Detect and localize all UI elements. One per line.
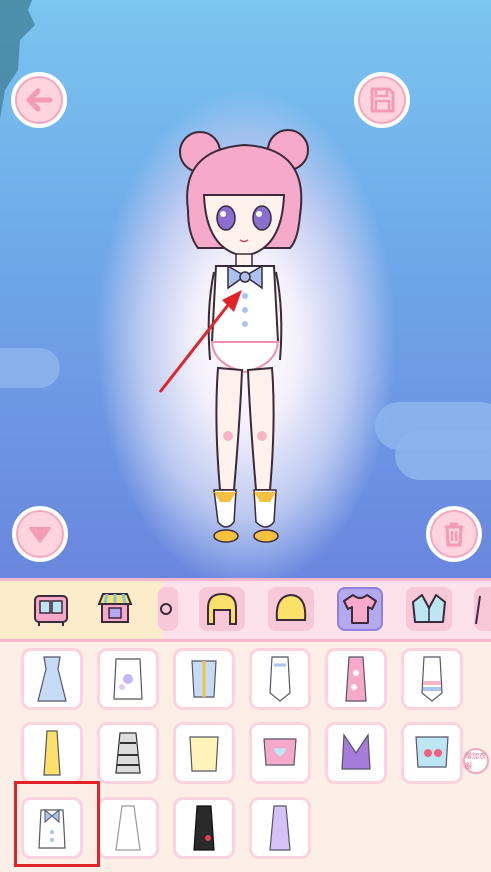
category-outerwear[interactable]: [406, 587, 452, 631]
strawberry-top-icon: [415, 736, 449, 768]
hair-front-icon: [275, 593, 307, 621]
category-hair-back[interactable]: [199, 587, 245, 631]
clothing-item[interactable]: [249, 648, 311, 710]
pink-heart-top-icon: [263, 738, 297, 766]
clothing-item[interactable]: [21, 722, 83, 784]
white-swimsuit-icon: [269, 656, 291, 702]
clothing-item[interactable]: [97, 722, 159, 784]
clothing-grid: [0, 642, 491, 872]
back-button[interactable]: [11, 72, 67, 128]
jacket-icon: [412, 594, 446, 623]
clothing-item[interactable]: [249, 797, 311, 859]
trash-button[interactable]: [426, 506, 482, 562]
shop-icon: [97, 593, 133, 623]
category-accessory-partial[interactable]: [158, 587, 178, 631]
cloud: [395, 430, 491, 480]
shirt-icon: [343, 594, 377, 624]
pastel-swimsuit-icon: [421, 656, 443, 702]
dress-icon: [475, 595, 481, 625]
clothing-item[interactable]: [97, 797, 159, 859]
clothing-item[interactable]: [325, 722, 387, 784]
category-shop[interactable]: [92, 587, 138, 631]
cloud: [0, 348, 60, 388]
category-hair-front[interactable]: [268, 587, 314, 631]
clothing-item[interactable]: [401, 648, 463, 710]
pink-cheongsam-icon: [345, 656, 367, 702]
yellow-sweater-icon: [189, 736, 219, 772]
black-cheongsam-icon: [193, 805, 215, 851]
clothing-item[interactable]: [249, 722, 311, 784]
clothing-item[interactable]: [401, 722, 463, 784]
doll-character: [179, 129, 309, 543]
white-vest-bow-icon: [38, 808, 66, 849]
triangle-down-icon: [29, 527, 51, 543]
category-wardrobe[interactable]: [28, 587, 74, 631]
blue-dress-icon: [37, 656, 67, 702]
blue-corset-top-icon: [191, 660, 217, 698]
clothing-item[interactable]: [173, 722, 235, 784]
add-clothes-label: 增加衣服: [465, 752, 486, 770]
clothing-item[interactable]: [21, 648, 83, 710]
category-tops[interactable]: [337, 587, 383, 631]
glasses-icon: [160, 603, 172, 615]
wardrobe-icon: [34, 595, 68, 626]
dressup-stage: [0, 0, 491, 578]
floral-top-icon: [113, 658, 143, 700]
purple-wrap-top-icon: [341, 733, 371, 770]
gothic-dress-icon: [115, 732, 141, 774]
arrow-left-icon: [26, 88, 53, 112]
clothing-item[interactable]: [173, 797, 235, 859]
collapse-button[interactable]: [12, 506, 68, 562]
trash-icon: [445, 522, 463, 547]
category-bar: [0, 578, 491, 642]
save-button[interactable]: [354, 72, 410, 128]
add-clothes-tag[interactable]: 增加衣服: [463, 748, 489, 774]
clothing-item[interactable]: [173, 648, 235, 710]
category-next-partial[interactable]: [474, 587, 491, 631]
hair-back-icon: [207, 592, 237, 625]
clothing-item[interactable]: [325, 648, 387, 710]
clothing-item-selected[interactable]: [21, 797, 83, 859]
clothing-item[interactable]: [97, 648, 159, 710]
yellow-knit-dress-icon: [43, 730, 61, 776]
floppy-disk-icon: [370, 87, 395, 113]
lilac-dress-icon: [269, 805, 291, 851]
white-gown-icon: [115, 805, 141, 851]
